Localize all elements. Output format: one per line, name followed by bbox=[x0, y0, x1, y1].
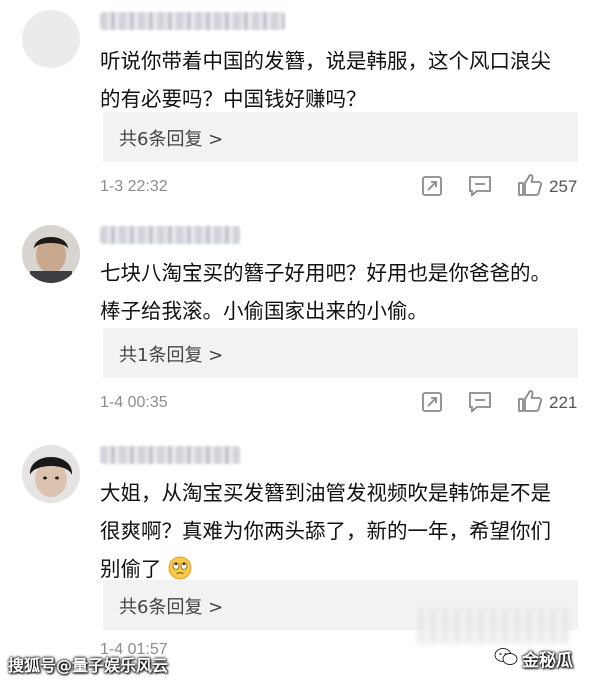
comment-text: 大姐，从淘宝买发簪到油管发视频吹是韩饰是不是 很爽啊？真难为你两头舔了，新的一年… bbox=[100, 474, 580, 588]
username-blurred[interactable] bbox=[100, 12, 285, 30]
comment-time: 1-4 00:35 bbox=[100, 394, 168, 411]
comment-text-line: 七块八淘宝买的簪子好用吧？好用也是你爸爸的。 bbox=[100, 261, 551, 285]
comment-time: 1-3 22:32 bbox=[100, 178, 168, 195]
view-replies-button[interactable]: 共6条回复 > bbox=[103, 112, 578, 162]
avatar-image bbox=[22, 445, 80, 503]
wechat-logo bbox=[494, 648, 518, 665]
username-blurred[interactable] bbox=[100, 446, 240, 464]
comment-text: 听说你带着中国的发簪，说是韩服，这个风口浪尖 的有必要吗？中国钱好赚吗？ bbox=[100, 42, 580, 118]
thumbs-up-icon[interactable] bbox=[517, 173, 543, 197]
like-count: 257 bbox=[549, 177, 578, 196]
avatar[interactable] bbox=[22, 225, 80, 283]
thumbs-up-icon[interactable] bbox=[517, 389, 543, 413]
share-icon[interactable] bbox=[421, 391, 443, 413]
like-count: 221 bbox=[549, 393, 578, 412]
replies-label: 共6条回复 > bbox=[119, 129, 224, 150]
comment-text: 七块八淘宝买的簪子好用吧？好用也是你爸爸的。 棒子给我滚。小偷国家出来的小偷。 bbox=[100, 254, 580, 330]
share-icon[interactable] bbox=[421, 175, 443, 197]
view-replies-button[interactable]: 共1条回复 > bbox=[103, 328, 578, 378]
avatar[interactable] bbox=[22, 445, 80, 503]
avatar-image bbox=[22, 225, 80, 283]
blurred-action-area bbox=[418, 608, 568, 644]
avatar[interactable] bbox=[22, 10, 80, 68]
comment-text-line: 大姐，从淘宝买发簪到油管发视频吹是韩饰是不是 bbox=[100, 481, 551, 505]
replies-label: 共1条回复 > bbox=[119, 345, 224, 366]
comment-text-line: 棒子给我滚。小偷国家出来的小偷。 bbox=[100, 299, 428, 323]
watermark-account: 金秘瓜 bbox=[522, 651, 573, 671]
comment-icon[interactable] bbox=[468, 175, 492, 197]
replies-label: 共6条回复 > bbox=[119, 597, 224, 618]
comment-text-line: 听说你带着中国的发簪，说是韩服，这个风口浪尖 bbox=[100, 49, 551, 73]
watermark-source: 搜狐号@量子娱乐风云 bbox=[8, 656, 169, 675]
rolling-eyes-emoji bbox=[168, 556, 192, 580]
comment-icon[interactable] bbox=[468, 391, 492, 413]
comment-text-fragment: 别偷了 bbox=[100, 557, 162, 581]
comment-text-line: 很爽啊？真难为你两头舔了，新的一年，希望你们 bbox=[100, 519, 551, 543]
username-blurred[interactable] bbox=[100, 226, 240, 244]
